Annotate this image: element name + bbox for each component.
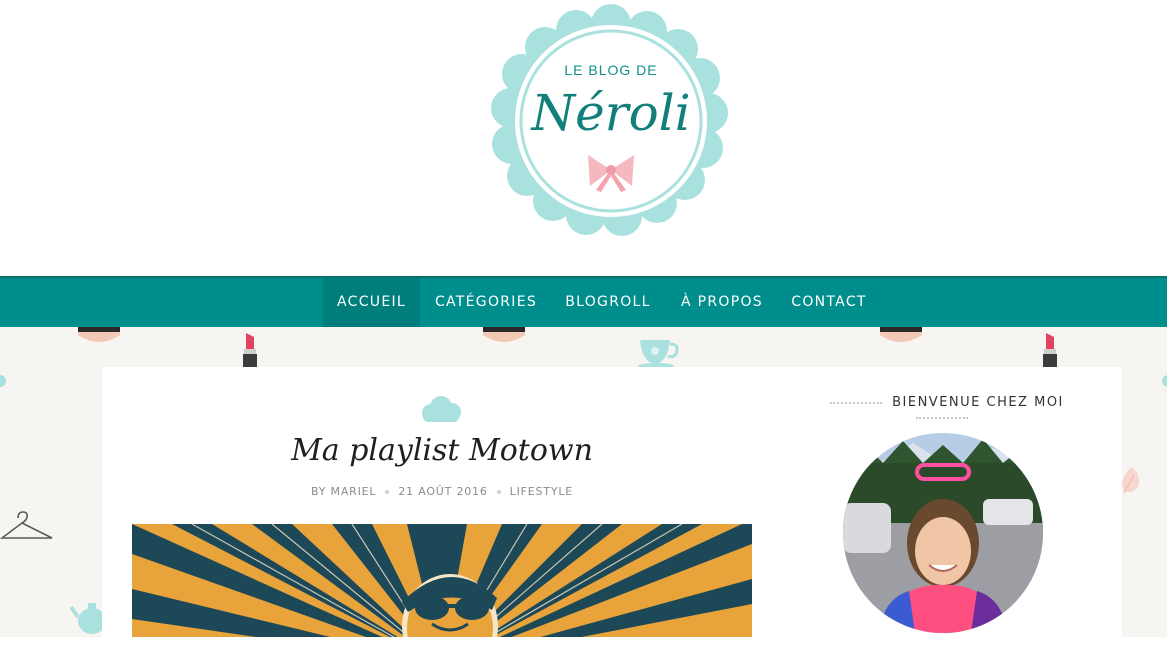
motown-illustration <box>132 524 752 637</box>
profile-photo <box>843 433 1043 633</box>
decor-dot <box>1162 375 1167 387</box>
meta-separator <box>385 490 390 494</box>
post-meta: BY MARIEL 21 AOÛT 2016 LIFESTYLE <box>102 485 782 498</box>
post-title[interactable]: Ma playlist Motown <box>102 433 782 468</box>
nav-item-contact[interactable]: CONTACT <box>781 278 877 327</box>
makeup-compact-icon <box>78 327 120 342</box>
decor-dot <box>0 375 6 387</box>
content-card: Ma playlist Motown BY MARIEL 21 AOÛT 2016… <box>102 367 1122 657</box>
lipstick-icon <box>243 333 257 369</box>
post-author[interactable]: BY MARIEL <box>311 485 376 498</box>
logo-title: Néroli <box>531 84 691 142</box>
teacup-icon <box>638 340 679 369</box>
avatar <box>843 433 1043 633</box>
lipstick-icon <box>1043 333 1057 369</box>
nav-item-categories[interactable]: CATÉGORIES <box>424 278 548 327</box>
title-divider <box>916 416 968 419</box>
hanger-icon <box>0 511 53 539</box>
nav-item-blogroll[interactable]: BLOGROLL <box>555 278 661 327</box>
main-nav: ACCUEIL CATÉGORIES BLOGROLL À PROPOS CON… <box>0 276 1167 327</box>
post-date: 21 AOÛT 2016 <box>398 485 488 498</box>
site-header: LE BLOG DE Néroli <box>0 0 1167 276</box>
widget-title-text: BIENVENUE CHEZ MOI <box>892 395 1064 410</box>
nav-item-accueil[interactable]: ACCUEIL <box>323 278 420 327</box>
title-divider <box>830 401 883 404</box>
nav-item-a-propos[interactable]: À PROPOS <box>670 278 774 327</box>
post-featured-image[interactable] <box>132 524 752 637</box>
makeup-compact-icon <box>483 327 525 342</box>
meta-separator <box>496 490 501 494</box>
post-category[interactable]: LIFESTYLE <box>510 485 573 498</box>
widget-title: BIENVENUE CHEZ MOI <box>792 395 1092 425</box>
cloud-icon <box>422 396 461 422</box>
site-logo[interactable]: LE BLOG DE Néroli <box>490 2 732 240</box>
makeup-compact-icon <box>880 327 922 342</box>
logo-tagline: LE BLOG DE <box>564 62 658 78</box>
